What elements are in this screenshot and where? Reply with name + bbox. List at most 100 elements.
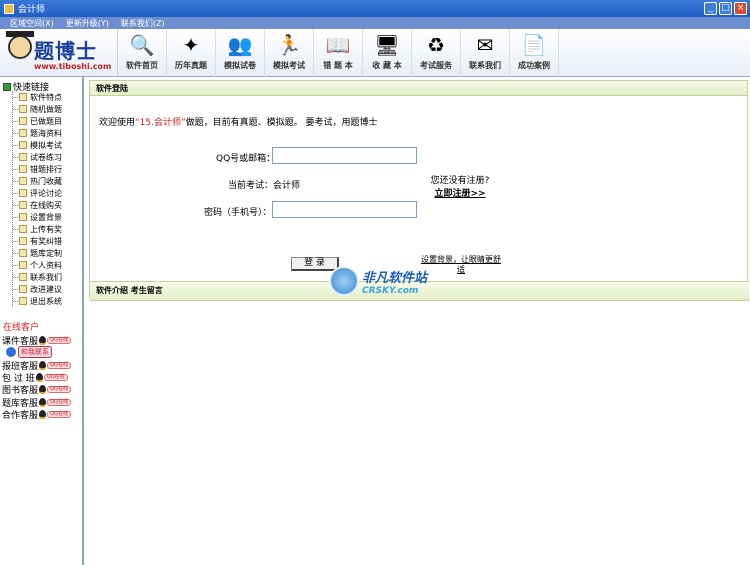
maximize-button[interactable]: □ [719, 2, 732, 15]
service-label: 合作客服 [2, 410, 39, 421]
register-link[interactable]: 立即注册>> [420, 186, 500, 199]
sidebar-item[interactable]: 热门收藏 [13, 175, 62, 187]
sidebar-item[interactable]: 在线购买 [13, 199, 62, 211]
service-row[interactable]: 题库客服 QQ在线 [2, 396, 72, 409]
sidebar-item[interactable]: 软件特点 [13, 91, 62, 103]
exam-value: 会计师 [273, 181, 301, 191]
menu-bar: 区域空间(X) 更新升级(Y) 联系我们(Z) [0, 17, 750, 29]
page-icon [19, 285, 27, 293]
service-row[interactable]: 图书客服 QQ在线 [2, 383, 72, 396]
sidebar-item[interactable]: 试卷练习 [13, 151, 62, 163]
toolbar-button-2[interactable]: 👥 模拟试卷 [216, 29, 265, 77]
main-content: 软件登陆 欢迎使用“15.会计师”做题，目前有真题、模拟题。 要考试，用题博士 … [89, 77, 750, 565]
sidebar-item[interactable]: 评论讨论 [13, 187, 62, 199]
menu-contact[interactable]: 联系我们(Z) [121, 18, 165, 29]
toolbar-button-7[interactable]: ✉ 联系我们 [461, 29, 510, 77]
sidebar-item[interactable]: 个人资料 [13, 259, 62, 271]
toolbar-button-label: 历年真题 [175, 61, 207, 70]
qq-online-tag: QQ在线 [43, 373, 68, 381]
nav-tree: 软件特点随机做题 已做题目 题海资料 模拟考试 试卷练习错题排行 热门收藏 评论讨论 在线购买… [12, 91, 62, 307]
qq-online-tag: QQ在线 [47, 361, 72, 369]
toolbar-button-label: 模拟试卷 [224, 61, 256, 70]
sidebar-item-label: 错题排行 [30, 164, 62, 174]
menu-update[interactable]: 更新升级(Y) [66, 18, 109, 29]
password-input[interactable] [272, 201, 417, 218]
page-icon [19, 165, 27, 173]
sidebar-item[interactable]: 题库定制 [13, 247, 62, 259]
toolbar-button-1[interactable]: ✦ 历年真题 [167, 29, 216, 77]
toolbar-button-label: 错 题 本 [323, 61, 353, 70]
toolbar-button-label: 成功案例 [518, 61, 550, 70]
sidebar-item-label: 个人资料 [30, 260, 62, 270]
toolbar-button-0[interactable]: 🔍 软件首页 [118, 29, 167, 77]
sidebar-item[interactable]: 模拟考试 [13, 139, 62, 151]
menu-region-space[interactable]: 区域空间(X) [10, 18, 54, 29]
toolbar-button-5[interactable]: 🖥 收 藏 本 [363, 29, 412, 77]
page-icon [19, 105, 27, 113]
sidebar-item-label: 试卷练习 [30, 152, 62, 162]
main-toolbar: 题博士 www.tiboshi.com 🔍 软件首页 ✦ 历年真题 👥 模拟试卷 🏃 模拟考试… [0, 29, 750, 77]
qq-online-button[interactable]: QQ在线 [39, 385, 72, 395]
qq-online-button[interactable]: QQ在线 [39, 397, 72, 407]
person-flag-icon: 🏃 [276, 33, 302, 57]
set-background-link[interactable]: 设置背景，让眼睛更舒适 [420, 255, 502, 275]
close-button[interactable]: × [734, 2, 747, 15]
toolbar-button-4[interactable]: 📖 错 题 本 [314, 29, 363, 77]
sidebar-item-label: 评论讨论 [30, 188, 62, 198]
contact-me-badge[interactable]: 和我联系 [18, 346, 52, 359]
sidebar-item[interactable]: 题海资料 [13, 127, 62, 139]
welcome-text: 欢迎使用“15.会计师”做题，目前有真题、模拟题。 要考试，用题博士 [99, 115, 378, 128]
page-icon [19, 177, 27, 185]
computer-icon: 🖥 [374, 33, 400, 57]
logo-brand: 题博士 [34, 39, 97, 63]
toolbar-button-8[interactable]: 📄 成功案例 [510, 29, 559, 77]
arrows-icon: ✦ [182, 33, 200, 57]
sidebar-item-label: 随机做题 [30, 104, 62, 114]
logo-url: www.tiboshi.com [34, 62, 112, 71]
sidebar-item[interactable]: 上传有奖 [13, 223, 62, 235]
people-icon: 👥 [227, 33, 253, 57]
page-icon [19, 141, 27, 149]
qq-penguin-icon [39, 336, 47, 345]
sidebar-item-label: 软件特点 [30, 92, 62, 102]
sidebar-item[interactable]: 设置背景 [13, 211, 62, 223]
service-row[interactable]: 合作客服 QQ在线 [2, 408, 72, 421]
exam-name-highlight: “15.会计师” [135, 118, 186, 128]
minimize-button[interactable]: _ [704, 2, 717, 15]
qq-label: QQ号或邮箱： [216, 154, 276, 164]
service-row[interactable]: 包 过 班 QQ在线 [2, 371, 68, 384]
welcome-post: 做题，目前有真题、模拟题。 要考试，用题博士 [185, 118, 378, 128]
refresh-globe-icon: ♻ [427, 33, 445, 57]
sidebar-item[interactable]: 错题排行 [13, 163, 62, 175]
sidebar-item[interactable]: 改进建议 [13, 283, 62, 295]
page-icon [19, 201, 27, 209]
service-row[interactable]: 和我联系 [6, 346, 52, 359]
service-label: 报班客服 [2, 361, 39, 372]
qq-online-button[interactable]: QQ在线 [39, 360, 72, 370]
page-icon [19, 117, 27, 125]
toolbar-button-label: 联系我们 [469, 61, 501, 70]
qq-online-button[interactable]: QQ在线 [39, 409, 72, 419]
page-icon [19, 153, 27, 161]
qq-online-button[interactable]: QQ在线 [39, 336, 72, 345]
sidebar: 快速链接 软件特点 随机做题 已做题目 题海资料 模拟考试 试卷练习 错题排行 热门收藏 评论讨… [0, 77, 84, 565]
toolbar-button-3[interactable]: 🏃 模拟考试 [265, 29, 314, 77]
window-title: 会计师 [18, 5, 46, 15]
qq-online-tag: QQ在线 [47, 337, 72, 344]
sidebar-item-label: 题库定制 [30, 248, 62, 258]
watermark-en: CRSKY.com [362, 285, 419, 296]
online-service-title: 在线客户 [3, 323, 40, 333]
sidebar-item[interactable]: 随机做题 [13, 103, 62, 115]
service-row[interactable]: 报班客服 QQ在线 [2, 359, 72, 372]
toolbar-button-6[interactable]: ♻ 考试服务 [412, 29, 461, 77]
sidebar-item[interactable]: 有奖纠错 [13, 235, 62, 247]
service-row[interactable]: 课件客服 QQ在线 [2, 334, 72, 347]
qq-online-button[interactable]: QQ在线 [35, 372, 68, 382]
watermark-logo-icon [329, 266, 359, 296]
qq-email-input[interactable] [272, 147, 417, 164]
sidebar-item[interactable]: 退出系统 [13, 295, 62, 307]
sidebar-item[interactable]: 已做题目 [13, 115, 62, 127]
sidebar-item[interactable]: 联系我们 [13, 271, 62, 283]
page-icon [19, 189, 27, 197]
panel-header: 软件登陆 [90, 81, 747, 96]
